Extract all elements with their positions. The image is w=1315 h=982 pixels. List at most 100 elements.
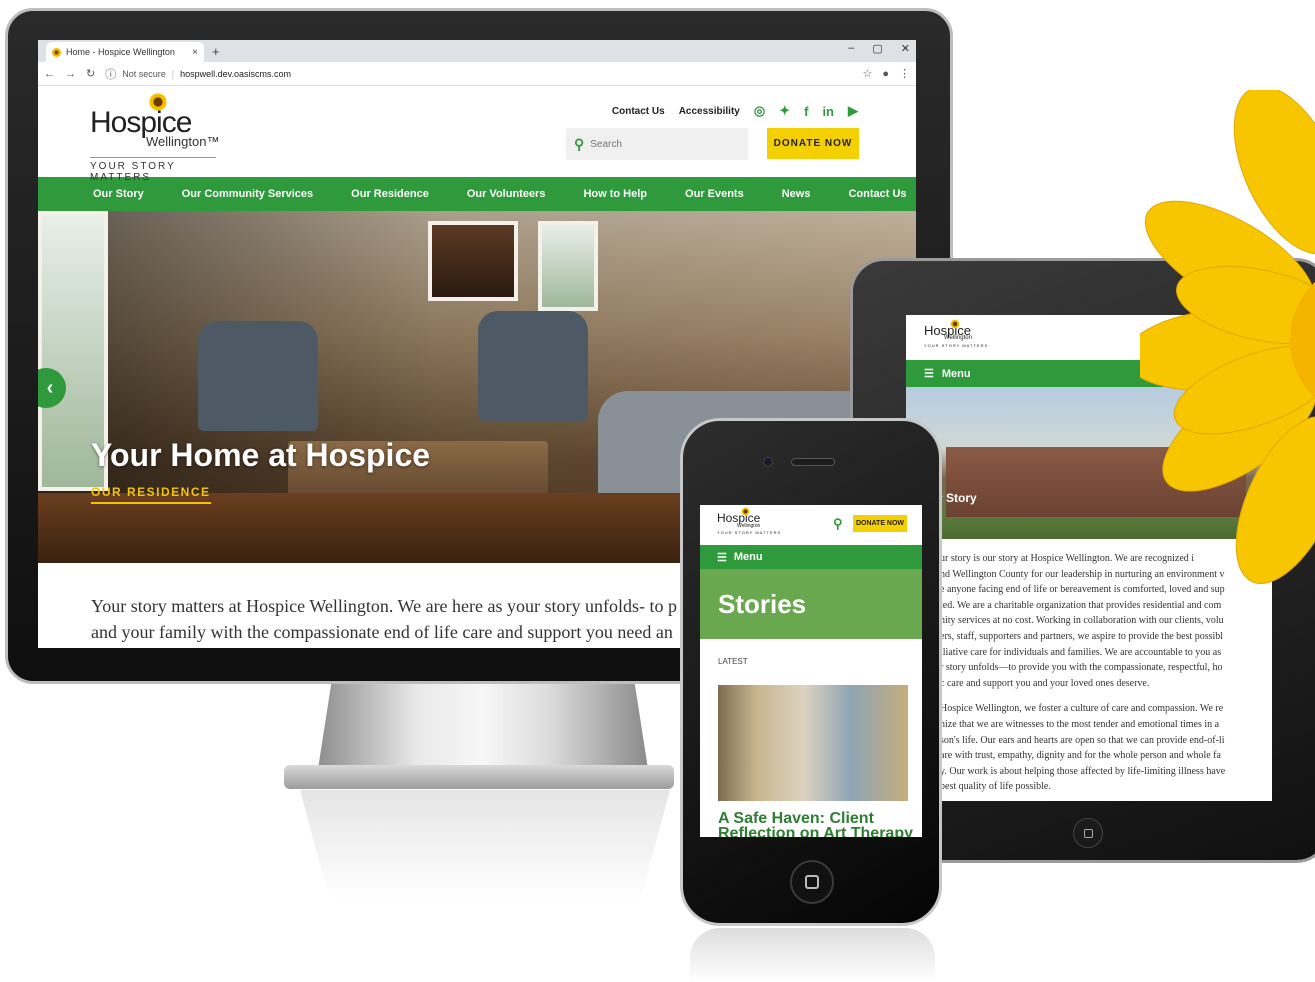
tablet-logo-tagline: YOUR STORY MATTERS — [924, 343, 989, 348]
sunflower-favicon-icon — [52, 47, 61, 57]
linkedin-icon[interactable]: in — [822, 104, 834, 119]
phone-logo-tagline: YOUR STORY MATTERS — [717, 530, 782, 535]
account-icon[interactable]: ● — [882, 68, 889, 80]
back-arrow-icon[interactable]: ← — [44, 68, 55, 80]
tablet-text-line: y. Our work is about helping those affec… — [940, 765, 1226, 777]
logo-subtext: Wellington™ — [146, 134, 220, 149]
tablet-text-line: ers, staff, supporters and partners, we … — [940, 630, 1224, 642]
tablet-paragraph-2: Hospice Wellington, we foster a culture … — [940, 701, 1272, 795]
nav-our-community-services[interactable]: Our Community Services — [182, 188, 313, 200]
youtube-icon[interactable]: ▶ — [848, 103, 858, 119]
nav-contact-us[interactable]: Contact Us — [848, 188, 906, 200]
instagram-icon[interactable]: ◎ — [754, 103, 765, 119]
url-text: hospwell.dev.oasiscms.com — [180, 68, 291, 79]
tablet-text-line: are with trust, empathy, dignity and for… — [940, 750, 1221, 762]
tablet-logo-sub: Wellington — [944, 335, 972, 341]
chevron-left-icon: ‹ — [46, 376, 54, 399]
nav-our-events[interactable]: Our Events — [685, 188, 744, 200]
hero-armchair-photo — [198, 321, 318, 431]
window-controls: – ▢ ✕ — [848, 42, 910, 55]
accessibility-link[interactable]: Accessibility — [679, 106, 740, 117]
home-square-icon — [805, 875, 819, 889]
tablet-text-line: Hospice Wellington, we foster a culture … — [940, 703, 1224, 715]
tab-title: Home - Hospice Wellington — [66, 47, 175, 57]
bookmark-star-icon[interactable]: ☆ — [862, 67, 872, 80]
forward-arrow-icon[interactable]: → — [65, 68, 76, 80]
hero-subtitle-link[interactable]: OUR RESIDENCE — [91, 485, 211, 504]
sunflower-logo-icon — [148, 92, 168, 112]
phone-donate-button[interactable]: DONATE NOW — [853, 515, 907, 532]
nav-news[interactable]: News — [782, 188, 811, 200]
story-title-link[interactable]: A Safe Haven: Client Reflection on Art T… — [718, 811, 922, 838]
tablet-menu-label: Menu — [941, 367, 971, 380]
phone-home-button[interactable] — [790, 860, 834, 904]
device-mockup-scene: Home - Hospice Wellington × + – ▢ ✕ ← → … — [0, 0, 1315, 982]
sunflower-petals — [1140, 90, 1315, 584]
monitor-stand-base — [284, 765, 674, 789]
tablet-text-line: c care and support you and your loved on… — [940, 677, 1150, 689]
tablet-text-line: lliative care for individuals and famili… — [940, 646, 1222, 658]
search-input[interactable] — [590, 138, 731, 150]
phone-logo-sub: Wellington — [737, 523, 761, 529]
hero-window-photo — [538, 221, 598, 311]
phone-menu-bar[interactable]: ☰ Menu — [700, 545, 922, 569]
tablet-hero-title: r Story — [938, 491, 977, 505]
hamburger-menu-icon: ☰ — [717, 551, 727, 564]
logo-tagline: YOUR STORY MATTERS — [90, 157, 216, 183]
phone-page-title: Stories — [718, 588, 807, 619]
phone-speaker — [791, 458, 835, 466]
site-search: ⚲ — [566, 128, 748, 160]
minimize-button[interactable]: – — [848, 42, 854, 55]
more-menu-icon[interactable]: ⋮ — [899, 67, 910, 80]
tablet-logo[interactable]: Hospice Wellington YOUR STORY MATTERS — [924, 319, 989, 348]
twitter-icon[interactable]: ✦ — [779, 103, 790, 119]
phone-title-bar: Stories — [700, 569, 922, 639]
browser-toolbar: ← → ↻ ⓘ Not secure | hospwell.dev.oasisc… — [38, 62, 916, 86]
phone-header: Hospice Wellington YOUR STORY MATTERS ⚲ … — [700, 505, 922, 545]
phone-menu-label: Menu — [733, 551, 763, 563]
hero-artwork-photo — [428, 221, 518, 301]
sunflower-logo-icon — [741, 507, 750, 516]
browser-tabbar: Home - Hospice Wellington × + – ▢ ✕ — [38, 40, 916, 62]
tablet-text-line: son's life. Our ears and hearts are open… — [940, 734, 1225, 746]
tablet-home-button[interactable] — [1073, 818, 1103, 848]
phone-camera — [763, 457, 773, 467]
home-square-icon — [1083, 828, 1093, 838]
utility-links: Contact Us Accessibility ◎ ✦ f in ▶ — [612, 103, 858, 119]
sunflower-logo-icon — [950, 319, 960, 329]
monitor-stand-neck — [318, 684, 648, 769]
contact-us-link[interactable]: Contact Us — [612, 106, 665, 117]
new-tab-button[interactable]: + — [212, 44, 220, 59]
reload-icon[interactable]: ↻ — [86, 67, 95, 80]
tablet-text-line: nity services at no cost. Working in col… — [940, 615, 1224, 627]
address-bar[interactable]: ⓘ Not secure | hospwell.dev.oasiscms.com — [105, 66, 852, 82]
url-separator: | — [171, 68, 175, 79]
phone-screen: Hospice Wellington YOUR STORY MATTERS ⚲ … — [700, 505, 922, 837]
site-logo[interactable]: Hospice Wellington™ YOUR STORY MATTERS — [90, 92, 220, 183]
site-header: Hospice Wellington™ YOUR STORY MATTERS C… — [38, 86, 916, 183]
nav-how-to-help[interactable]: How to Help — [583, 188, 647, 200]
search-icon[interactable]: ⚲ — [574, 136, 584, 153]
phone-reflection — [690, 928, 935, 982]
tablet-text-line: best quality of life possible. — [940, 781, 1051, 793]
tablet-text-line: r story unfolds—to provide you with the … — [940, 662, 1223, 674]
art-therapy-story-photo[interactable] — [718, 685, 908, 801]
browser-tab[interactable]: Home - Hospice Wellington × — [46, 42, 204, 62]
close-tab-icon[interactable]: × — [192, 47, 198, 58]
nav-our-volunteers[interactable]: Our Volunteers — [467, 188, 546, 200]
restore-button[interactable]: ▢ — [872, 42, 882, 55]
info-icon[interactable]: ⓘ — [105, 66, 116, 82]
sunflower-decoration — [1140, 90, 1315, 584]
security-label: Not secure — [122, 68, 166, 79]
hero-title: Your Home at Hospice — [91, 437, 431, 473]
monitor-reflection — [300, 790, 670, 900]
search-icon[interactable]: ⚲ — [833, 516, 843, 532]
nav-our-story[interactable]: Our Story — [93, 188, 144, 200]
tablet-text-line: nize that we are witnesses to the most t… — [940, 718, 1220, 730]
nav-our-residence[interactable]: Our Residence — [351, 188, 429, 200]
phone-logo[interactable]: Hospice Wellington YOUR STORY MATTERS — [717, 507, 782, 535]
hero-armchair-photo — [478, 311, 588, 421]
facebook-icon[interactable]: f — [804, 104, 808, 119]
donate-now-button[interactable]: DONATE NOW — [767, 128, 859, 159]
close-window-button[interactable]: ✕ — [901, 42, 910, 55]
